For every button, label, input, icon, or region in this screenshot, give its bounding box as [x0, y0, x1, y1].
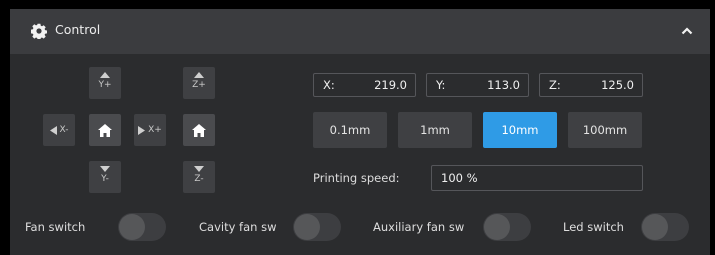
coord-x-label: X: [323, 78, 335, 92]
arrow-down-icon [100, 166, 110, 172]
panel-header[interactable]: Control [10, 9, 710, 54]
cavity-fan-switch-toggle[interactable] [293, 213, 341, 241]
coord-y-display: Y: 113.0 [426, 73, 529, 97]
jog-x-plus-label: X+ [148, 125, 162, 135]
coord-y-value: 113.0 [487, 78, 520, 92]
led-switch-label: Led switch [563, 220, 624, 234]
coord-z-display: Z: 125.0 [539, 73, 643, 97]
panel-title: Control [55, 22, 101, 37]
jog-y-minus-button[interactable]: Y- [89, 161, 121, 193]
step-0.1mm-button[interactable]: 0.1mm [313, 112, 387, 148]
arrow-right-icon [138, 125, 146, 135]
jog-y-plus-button[interactable]: Y+ [89, 67, 121, 99]
arrow-up-icon [194, 72, 204, 78]
auxiliary-fan-switch-label: Auxiliary fan sw [373, 220, 465, 234]
jog-z-minus-button[interactable]: Z- [183, 161, 215, 193]
jog-z-minus-label: Z- [194, 174, 204, 184]
control-panel: Control Y+ Z+ X- X+ Y- Z- X: 219.0 Y: 11… [10, 9, 710, 255]
home-icon [192, 123, 206, 137]
jog-z-plus-button[interactable]: Z+ [183, 67, 215, 99]
arrow-down-icon [194, 166, 204, 172]
fan-switch-label: Fan switch [25, 220, 86, 234]
step-1mm-button[interactable]: 1mm [398, 112, 472, 148]
gear-icon [31, 23, 47, 39]
arrow-left-icon [49, 125, 57, 135]
toggle-knob [484, 214, 510, 240]
jog-y-minus-label: Y- [101, 174, 109, 184]
home-z-button[interactable] [183, 114, 215, 146]
jog-y-plus-label: Y+ [98, 80, 112, 90]
arrow-up-icon [100, 72, 110, 78]
home-xy-button[interactable] [89, 114, 121, 146]
step-100mm-button[interactable]: 100mm [568, 112, 642, 148]
jog-x-plus-button[interactable]: X+ [134, 114, 166, 146]
coord-x-display: X: 219.0 [313, 73, 416, 97]
cavity-fan-switch-label: Cavity fan sw [199, 220, 277, 234]
jog-z-plus-label: Z+ [192, 80, 206, 90]
coord-z-value: 125.0 [601, 78, 634, 92]
auxiliary-fan-switch-toggle[interactable] [483, 213, 531, 241]
printing-speed-label: Printing speed: [313, 171, 400, 185]
toggle-knob [119, 214, 145, 240]
fan-switch-toggle[interactable] [118, 213, 166, 241]
home-icon [98, 123, 112, 137]
led-switch-toggle[interactable] [641, 213, 689, 241]
step-10mm-button[interactable]: 10mm [483, 112, 557, 148]
jog-x-minus-button[interactable]: X- [43, 114, 75, 146]
toggle-knob [294, 214, 320, 240]
toggle-knob [642, 214, 668, 240]
coord-z-label: Z: [549, 78, 561, 92]
coord-x-value: 219.0 [374, 78, 407, 92]
printing-speed-input[interactable] [431, 165, 643, 191]
coord-y-label: Y: [436, 78, 446, 92]
chevron-up-icon[interactable] [679, 23, 695, 39]
jog-x-minus-label: X- [59, 125, 69, 135]
